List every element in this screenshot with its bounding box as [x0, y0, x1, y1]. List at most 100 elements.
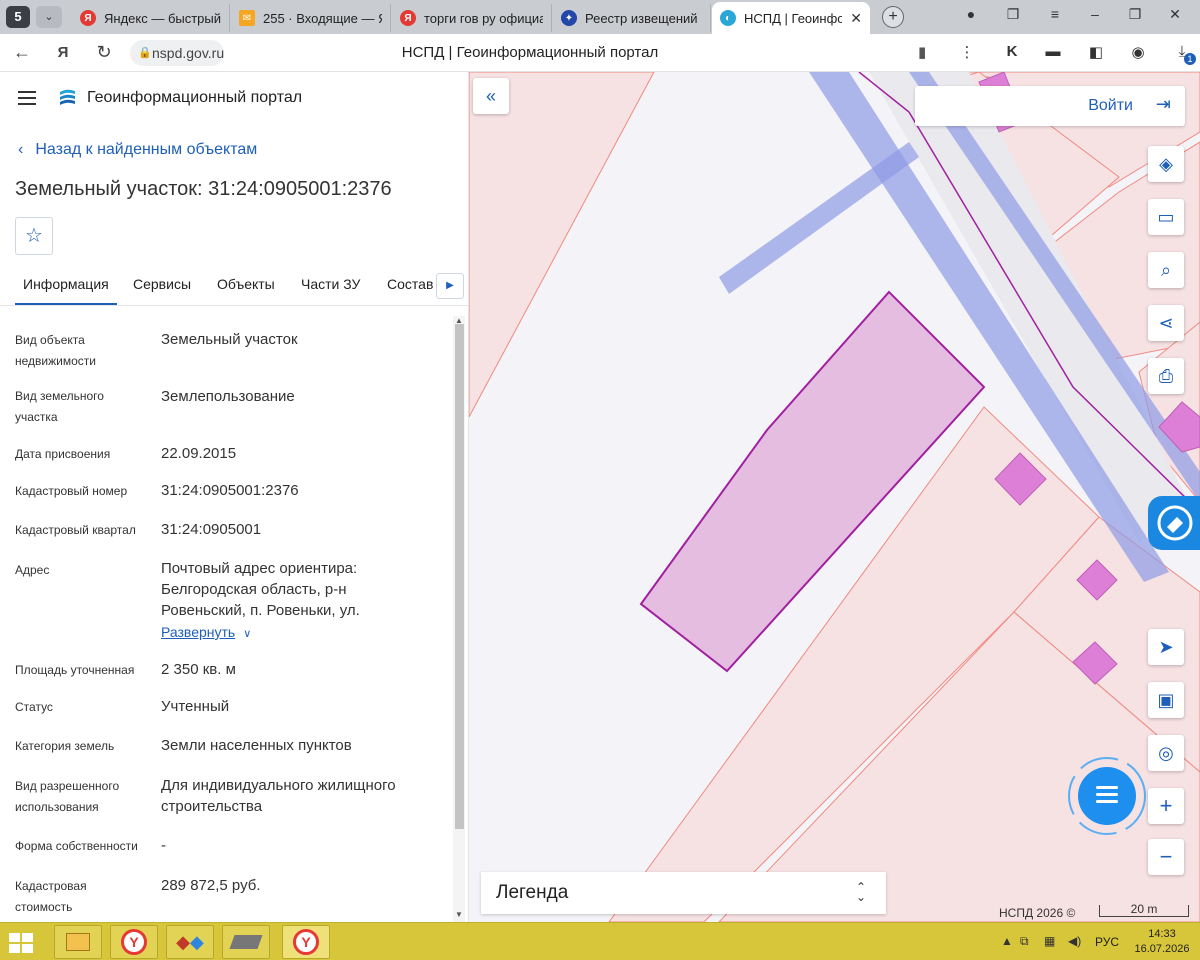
- address-bar: ← Я ↻ 🔒 nspd.gov.ru НСПД | Геоинформацио…: [0, 34, 1200, 72]
- adblock-icon[interactable]: ◉: [1126, 43, 1150, 61]
- collections-icon[interactable]: ❐: [998, 6, 1028, 23]
- extension-icon[interactable]: ▬: [1041, 43, 1065, 60]
- emblem-icon: ✦: [561, 10, 577, 26]
- chat-button[interactable]: [1066, 755, 1148, 837]
- lock-icon: 🔒: [138, 47, 152, 59]
- tabs-menu-chevron-icon[interactable]: ⌄: [36, 6, 62, 28]
- scanner-app-icon[interactable]: [222, 925, 270, 959]
- downloads-icon[interactable]: ⤓ 1: [1170, 43, 1196, 65]
- browser-tab-yandex[interactable]: Я Яндекс — быстрый п: [72, 4, 230, 32]
- prop-label: Форма собственности: [15, 839, 138, 853]
- scroll-down-icon[interactable]: ▼: [453, 910, 465, 919]
- translate-icon[interactable]: ◧: [1084, 43, 1108, 61]
- portal-logo-icon: [60, 89, 75, 105]
- yandex-browser-active-icon[interactable]: Y: [282, 925, 330, 959]
- double-chevron-left-icon: «: [485, 85, 496, 106]
- navigation-arrow-icon: ➤: [1158, 636, 1174, 657]
- prop-label: Площадь уточненная: [15, 663, 135, 677]
- browser-tab-torgi[interactable]: Я торги гов ру официа: [392, 4, 552, 32]
- kaspersky-icon[interactable]: K: [1000, 43, 1024, 60]
- profile-icon[interactable]: ●: [956, 6, 986, 22]
- chevron-down-icon: ∨: [243, 628, 252, 640]
- prop-value: Земли населенных пунктов: [161, 737, 352, 754]
- parcel[interactable]: [469, 72, 655, 418]
- zoom-in-button[interactable]: +: [1148, 788, 1184, 824]
- browser-tab-nspd[interactable]: ◐ НСПД | Геоинфор ✕: [712, 2, 870, 34]
- minimap-icon: ▣: [1157, 689, 1175, 710]
- prop-label: Вид объекта недвижимости: [15, 333, 96, 368]
- bookmark-icon[interactable]: ▮: [918, 43, 926, 61]
- print-button[interactable]: ⎙: [1148, 358, 1184, 394]
- app-diamonds-icon[interactable]: ◆ ◆: [166, 925, 214, 959]
- prop-value: -: [161, 837, 166, 854]
- more-icon[interactable]: ⋮: [955, 43, 979, 61]
- prop-label: Категория земель: [15, 739, 115, 753]
- locate-button[interactable]: ◎: [1148, 735, 1184, 771]
- browser-tab-mail[interactable]: ✉ 255 · Входящие — Ян: [231, 4, 391, 32]
- prop-value: Землепользование: [161, 388, 295, 405]
- prop-label: Дата присвоения: [15, 447, 111, 461]
- hamburger-menu-icon[interactable]: [18, 91, 36, 109]
- object-info-panel: Геоинформационный портал ‹ Назад к найден…: [0, 72, 469, 922]
- url-pill[interactable]: 🔒 nspd.gov.ru: [130, 40, 224, 66]
- monitor-icon[interactable]: ▦: [1044, 934, 1055, 948]
- map-view[interactable]: « Войти ⇥ ◈ ▭ ⌕ ⋖ ⎙ ➤ ▣ ◎ + − Легенда ⌃ ⌄…: [469, 72, 1200, 922]
- tab-counter[interactable]: 5: [6, 6, 30, 28]
- prop-value: 31:24:0905001: [161, 521, 262, 538]
- tab-information[interactable]: Информация: [15, 276, 117, 305]
- login-arrow-icon: ⇥: [1155, 94, 1171, 114]
- yandex-home-icon[interactable]: Я: [51, 44, 75, 61]
- reload-icon[interactable]: ↻: [92, 42, 116, 63]
- chevron-left-icon: ‹: [18, 141, 24, 158]
- language-indicator[interactable]: РУС: [1095, 935, 1119, 949]
- file-explorer-icon[interactable]: [54, 925, 102, 959]
- restore-icon[interactable]: ❐: [1120, 6, 1150, 23]
- yandex-icon: Я: [80, 10, 96, 26]
- page-title-in-address[interactable]: НСПД | Геоинформационный портал: [300, 44, 760, 61]
- back-arrow-icon[interactable]: ←: [10, 42, 34, 63]
- prop-label: Кадастровый номер: [15, 484, 128, 498]
- layers-button[interactable]: ◈: [1148, 146, 1184, 182]
- panel-scroll-thumb[interactable]: [455, 324, 464, 829]
- area-search-icon: ⌕: [1160, 259, 1172, 280]
- plus-icon: +: [1159, 793, 1173, 818]
- browser-tab-strip: 5 ⌄ Я Яндекс — быстрый п ✉ 255 · Входящи…: [0, 0, 1200, 34]
- layers-icon: ◈: [1159, 153, 1173, 174]
- minimize-icon[interactable]: –: [1080, 6, 1110, 22]
- tab-objects[interactable]: Объекты: [217, 276, 275, 292]
- login-button[interactable]: Войти ⇥: [915, 86, 1185, 126]
- close-window-icon[interactable]: ✕: [1160, 6, 1190, 23]
- geolocation-button[interactable]: ➤: [1148, 629, 1184, 665]
- support-widget-tab[interactable]: [1148, 496, 1200, 550]
- tabs-scroll-right-icon[interactable]: ▶: [436, 273, 464, 299]
- network-icon[interactable]: ⧉: [1020, 934, 1029, 949]
- tab-services[interactable]: Сервисы: [133, 276, 191, 292]
- portal-title[interactable]: Геоинформационный портал: [87, 89, 302, 107]
- area-search-button[interactable]: ⌕: [1148, 252, 1184, 288]
- tray-expand-icon[interactable]: ▲: [1001, 934, 1013, 948]
- prop-value: Для индивидуального жилищного строительс…: [161, 777, 396, 815]
- zoom-out-button[interactable]: −: [1148, 839, 1184, 875]
- favorite-star-button[interactable]: ☆: [15, 217, 53, 255]
- share-button[interactable]: ⋖: [1148, 305, 1184, 341]
- back-to-results-link[interactable]: ‹ Назад к найденным объектам: [18, 141, 257, 159]
- volume-icon[interactable]: ◀): [1068, 934, 1081, 948]
- close-tab-icon[interactable]: ✕: [850, 10, 862, 27]
- system-clock[interactable]: 14:33 16.07.2026: [1132, 927, 1192, 957]
- yandex-browser-icon[interactable]: Y: [110, 925, 158, 959]
- tab-composition[interactable]: Состав: [387, 276, 433, 292]
- legend-panel[interactable]: Легенда ⌃ ⌄: [481, 872, 886, 914]
- tab-parts[interactable]: Части ЗУ: [301, 276, 360, 292]
- object-title: Земельный участок: 31:24:0905001:2376: [15, 178, 392, 200]
- measure-button[interactable]: ▭: [1148, 199, 1184, 235]
- browser-tab-registry[interactable]: ✦ Реестр извещений: [553, 4, 711, 32]
- browser-menu-icon[interactable]: ≡: [1040, 6, 1070, 22]
- new-tab-button[interactable]: +: [882, 6, 904, 28]
- expand-address-link[interactable]: Развернуть ∨: [161, 624, 251, 640]
- minimap-button[interactable]: ▣: [1148, 682, 1184, 718]
- collapse-panel-button[interactable]: «: [473, 78, 509, 114]
- target-icon: ◎: [1158, 742, 1174, 763]
- address-value: Почтовый адрес ориентира: Белгородская о…: [161, 560, 360, 619]
- windows-start-icon[interactable]: [6, 929, 36, 957]
- prop-value: 289 872,5 руб.: [161, 877, 261, 894]
